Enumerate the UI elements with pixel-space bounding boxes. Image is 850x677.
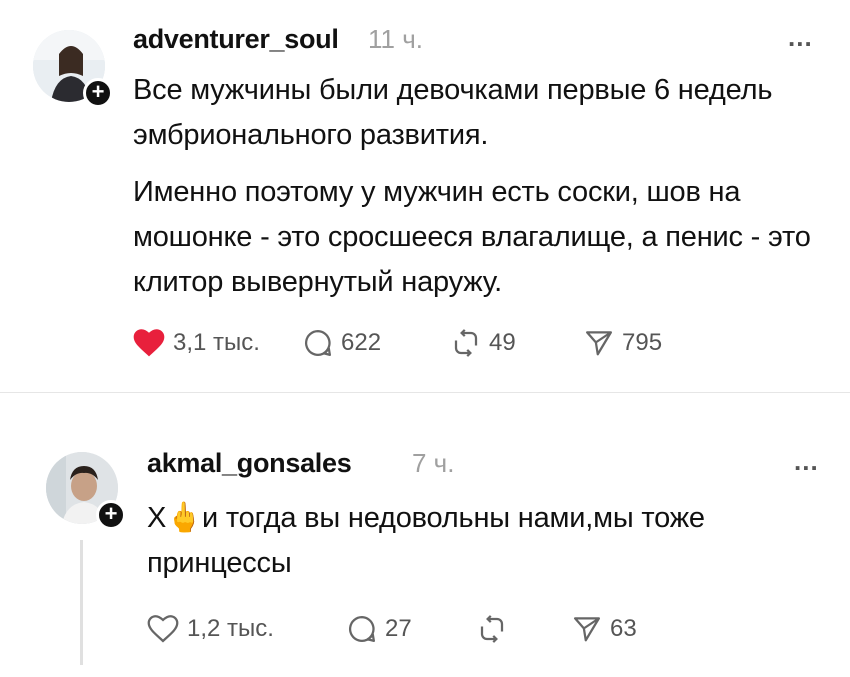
post-2-username[interactable]: akmal_gonsales <box>147 448 352 479</box>
repost-icon <box>454 329 478 357</box>
post-2-avatar[interactable]: + <box>46 452 126 530</box>
like-button[interactable]: 1,2 тыс. <box>147 614 347 644</box>
share-count: 795 <box>622 329 663 356</box>
comment-bubble-icon <box>305 330 331 356</box>
like-button[interactable]: 3,1 тыс. <box>133 328 303 358</box>
share-count: 63 <box>610 615 637 642</box>
post-1-actions: 3,1 тыс. 622 49 795 <box>133 328 662 358</box>
repost-icon <box>480 615 504 643</box>
send-icon <box>586 331 612 356</box>
heart-filled-icon <box>133 329 165 357</box>
post-2: + akmal_gonsales 7 ч. ... Х🖕и тогда вы н… <box>0 400 850 677</box>
share-button[interactable]: 63 <box>572 614 637 644</box>
send-icon <box>574 617 600 642</box>
repost-button[interactable] <box>477 614 572 644</box>
follow-plus-icon[interactable]: + <box>83 78 113 108</box>
like-count: 3,1 тыс. <box>173 329 260 356</box>
post-1-paragraph-1: Все мужчины были девочками первые 6 неде… <box>133 74 773 151</box>
heart-outline-icon <box>147 615 179 643</box>
repost-count: 49 <box>489 329 516 356</box>
follow-plus-icon[interactable]: + <box>96 500 126 530</box>
post-2-more-icon[interactable]: ... <box>794 446 819 477</box>
post-1-more-icon[interactable]: ... <box>788 22 813 53</box>
like-count: 1,2 тыс. <box>187 615 274 642</box>
repost-button[interactable]: 49 <box>451 328 584 358</box>
post-2-text: Х🖕и тогда вы недовольны нами,мы тоже при… <box>147 496 807 586</box>
post-2-time: 7 ч. <box>412 448 455 478</box>
post-1: + adventurer_soul 11 ч. ... Все мужчины … <box>0 0 850 390</box>
post-2-paragraph-1: Х🖕и тогда вы недовольны нами,мы тоже при… <box>147 502 705 579</box>
comment-bubble-icon <box>349 616 375 642</box>
post-1-username[interactable]: adventurer_soul <box>133 24 339 55</box>
post-1-text: Все мужчины были девочками первые 6 неде… <box>133 68 823 305</box>
post-1-time: 11 ч. <box>368 24 423 54</box>
post-1-paragraph-2: Именно поэтому у мужчин есть соски, шов … <box>133 176 811 298</box>
share-button[interactable]: 795 <box>584 328 662 358</box>
comment-count: 622 <box>341 329 382 356</box>
thread-line <box>80 540 83 665</box>
comment-count: 27 <box>385 615 412 642</box>
comment-button[interactable]: 622 <box>303 328 451 358</box>
post-1-avatar[interactable]: + <box>33 30 113 108</box>
post-2-actions: 1,2 тыс. 27 63 <box>147 614 637 644</box>
comment-button[interactable]: 27 <box>347 614 477 644</box>
post-divider <box>0 392 850 393</box>
